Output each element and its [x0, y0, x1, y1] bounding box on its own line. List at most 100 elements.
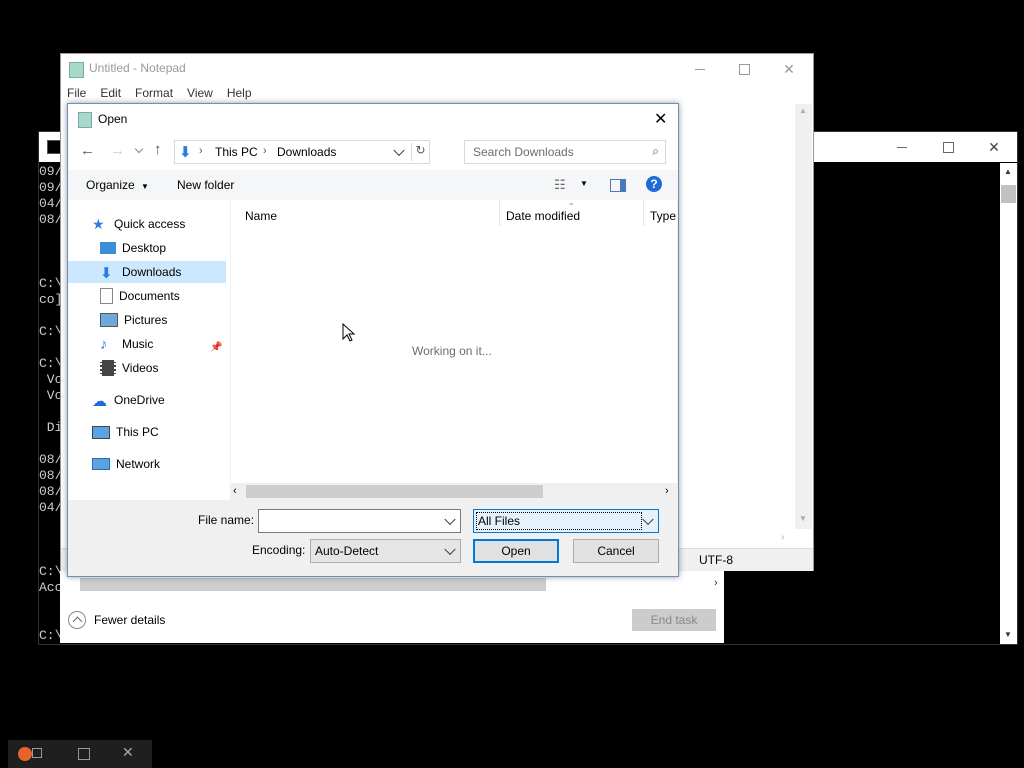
up-arrow-icon[interactable]: ↑	[154, 141, 162, 158]
search-input[interactable]: Search Downloads ⌕	[464, 140, 666, 164]
close-icon[interactable]: ✕	[654, 109, 667, 129]
navigation-pane: ★ Quick access Desktop 📌 ⬇ Downloads Doc…	[68, 200, 230, 500]
breadcrumb-separator-icon: ›	[199, 145, 203, 157]
tree-item-network[interactable]: Network	[92, 453, 160, 475]
menu-view[interactable]: View	[187, 86, 213, 100]
forward-arrow-icon[interactable]: →	[110, 142, 125, 159]
column-name[interactable]: Name	[245, 209, 277, 223]
console-line: Acc	[39, 580, 63, 595]
cancel-button[interactable]: Cancel	[573, 539, 659, 563]
tree-label: Music	[122, 337, 154, 351]
preview-pane-icon[interactable]	[610, 179, 626, 192]
help-icon[interactable]: ?	[646, 176, 662, 192]
tree-item-documents[interactable]: Documents	[100, 285, 180, 307]
console-line: 08/	[39, 452, 63, 467]
file-list-scroll-thumb[interactable]	[246, 485, 543, 498]
chevron-down-icon[interactable]: ▼	[580, 179, 588, 188]
maximize-icon[interactable]	[78, 748, 90, 760]
tree-item-downloads[interactable]: ⬇ Downloads	[100, 261, 181, 283]
notepad-vscroll[interactable]: ▲ ▼	[795, 104, 812, 529]
address-dropdown-icon[interactable]	[393, 144, 405, 157]
address-bar[interactable]: ⬇ › This PC › Downloads ↻	[174, 140, 430, 164]
organize-label: Organize	[86, 178, 135, 192]
column-type[interactable]: Type	[650, 209, 676, 223]
file-list-hscroll[interactable]: ‹ ›	[231, 483, 677, 500]
console-minimize-button[interactable]	[879, 132, 925, 162]
fewer-details-chevron-icon[interactable]	[68, 611, 86, 629]
chevron-down-icon[interactable]	[444, 543, 456, 556]
tree-label: Videos	[122, 361, 159, 375]
search-placeholder: Search Downloads	[473, 145, 574, 159]
file-name-input[interactable]	[258, 509, 461, 533]
fewer-details-link[interactable]: Fewer details	[94, 613, 165, 627]
back-arrow-icon[interactable]: ←	[80, 142, 95, 159]
tree-item-music[interactable]: ♪ Music	[100, 333, 153, 355]
organize-button[interactable]: Organize ▼	[86, 178, 149, 192]
tree-item-this-pc[interactable]: This PC	[92, 421, 159, 443]
scroll-down-icon[interactable]: ▼	[1004, 630, 1012, 639]
search-icon[interactable]: ⌕	[652, 144, 659, 159]
encoding-value: Auto-Detect	[315, 544, 379, 558]
encoding-select[interactable]: Auto-Detect	[310, 539, 461, 563]
scroll-left-icon[interactable]: ‹	[233, 485, 237, 497]
task-manager-scroll-thumb[interactable]	[80, 578, 546, 591]
tree-item-onedrive[interactable]: ☁ OneDrive	[92, 389, 165, 411]
tree-item-quick-access[interactable]: ★ Quick access	[92, 213, 185, 235]
tree-item-desktop[interactable]: Desktop	[100, 237, 166, 259]
tree-item-pictures[interactable]: Pictures	[100, 309, 167, 331]
tree-label: Documents	[119, 289, 180, 303]
column-divider[interactable]	[643, 200, 644, 226]
console-line: Vo	[39, 372, 63, 387]
new-folder-button[interactable]: New folder	[177, 178, 234, 192]
console-scrollbar[interactable]: ▲ ▼	[1000, 163, 1017, 644]
scroll-right-icon[interactable]: ›	[714, 577, 718, 589]
menu-format[interactable]: Format	[135, 86, 173, 100]
console-line: C:\	[39, 356, 63, 371]
music-note-icon: ♪	[100, 336, 108, 353]
encoding-label: Encoding:	[252, 543, 306, 557]
tree-item-videos[interactable]: Videos	[100, 357, 158, 379]
mouse-cursor-icon	[342, 323, 356, 342]
menu-help[interactable]: Help	[227, 86, 252, 100]
console-close-button[interactable]: ✕	[971, 132, 1017, 162]
notepad-app-icon	[69, 62, 84, 78]
task-manager-window: › Fewer details End task	[60, 568, 724, 643]
scroll-up-icon[interactable]: ▲	[799, 106, 807, 115]
breadcrumb-downloads[interactable]: Downloads	[277, 145, 336, 159]
dialog-title: Open	[98, 112, 128, 126]
pin-icon: 📌	[210, 342, 223, 353]
sort-chevron-icon: ⌄	[568, 198, 575, 207]
chevron-down-icon[interactable]	[444, 513, 456, 526]
file-type-select[interactable]: All Files	[473, 509, 659, 533]
tree-label: Quick access	[114, 217, 186, 231]
breadcrumb-this-pc[interactable]: This PC	[215, 145, 258, 159]
notepad-close-button[interactable]: ✕	[766, 54, 812, 84]
restore-icon[interactable]	[32, 748, 42, 758]
column-date-modified[interactable]: Date modified	[506, 209, 580, 223]
taskbar-thumbnail: ✕	[8, 740, 152, 768]
end-task-button[interactable]: End task	[632, 609, 716, 631]
scroll-up-icon[interactable]: ▲	[1004, 167, 1012, 176]
column-divider[interactable]	[499, 200, 500, 226]
console-line: 08/	[39, 212, 63, 227]
console-scroll-thumb[interactable]	[1001, 185, 1016, 203]
firefox-icon[interactable]	[18, 747, 32, 761]
menu-file[interactable]: File	[67, 86, 86, 100]
refresh-icon[interactable]: ↻	[411, 143, 429, 161]
close-icon[interactable]: ✕	[122, 744, 134, 761]
chevron-down-icon[interactable]	[642, 513, 654, 526]
scroll-right-icon[interactable]: ›	[781, 532, 784, 543]
videos-icon	[100, 360, 116, 376]
loading-status: Working on it...	[412, 344, 492, 358]
notepad-maximize-button[interactable]	[721, 54, 767, 84]
scroll-down-icon[interactable]: ▼	[799, 514, 807, 523]
notepad-minimize-button[interactable]	[677, 54, 723, 84]
console-maximize-button[interactable]	[925, 132, 971, 162]
menu-edit[interactable]: Edit	[100, 86, 121, 100]
breadcrumb-separator-icon: ›	[263, 145, 267, 157]
console-line: co]	[39, 292, 63, 307]
recent-locations-chevron-icon[interactable]	[134, 144, 144, 154]
scroll-right-icon[interactable]: ›	[665, 485, 669, 497]
open-button[interactable]: Open	[473, 539, 559, 563]
view-options-icon[interactable]: ☷	[554, 177, 566, 193]
